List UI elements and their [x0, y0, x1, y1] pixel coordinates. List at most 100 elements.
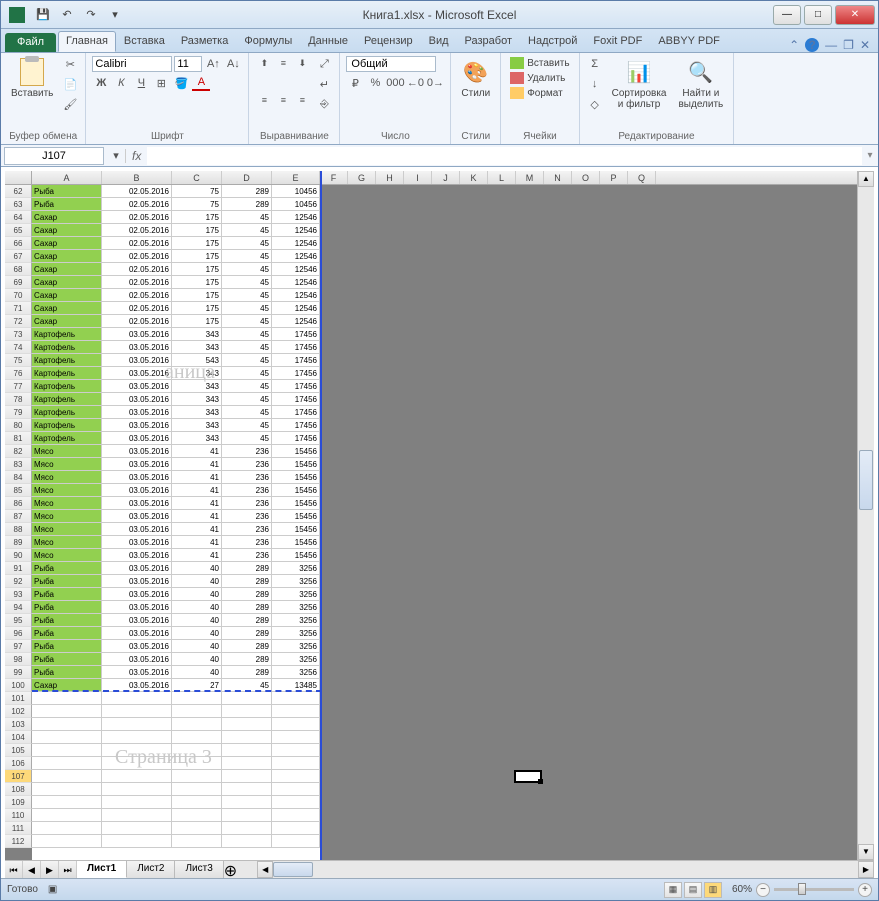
cell[interactable]: 289 [222, 614, 272, 627]
cell[interactable] [32, 718, 102, 731]
empty-row[interactable]: 102 [5, 705, 320, 718]
data-row[interactable]: 88 Мясо 03.05.2016 41 236 15456 [5, 523, 320, 536]
row-header[interactable]: 85 [5, 484, 32, 497]
empty-row[interactable]: 101 [5, 692, 320, 705]
qat-more-button[interactable]: ▾ [105, 5, 125, 25]
column-header-K[interactable]: K [460, 171, 488, 184]
hscroll-track[interactable] [273, 861, 858, 878]
doc-close-icon[interactable]: ✕ [860, 38, 870, 52]
cell[interactable]: 12546 [272, 302, 320, 315]
row-header[interactable]: 101 [5, 692, 32, 705]
increase-decimal-button[interactable]: ←0 [406, 75, 424, 91]
cell[interactable]: 03.05.2016 [102, 367, 172, 380]
cell[interactable]: 40 [172, 653, 222, 666]
align-top-button[interactable]: ⬆ [255, 56, 273, 70]
cell[interactable]: 3256 [272, 614, 320, 627]
cell[interactable]: 41 [172, 484, 222, 497]
sheet-tab-Лист3[interactable]: Лист3 [175, 861, 223, 878]
cell[interactable]: 02.05.2016 [102, 315, 172, 328]
border-button[interactable]: ⊞ [152, 75, 170, 91]
cell[interactable] [222, 809, 272, 822]
vscroll-thumb[interactable] [859, 450, 873, 510]
cell[interactable]: 289 [222, 653, 272, 666]
row-header[interactable]: 70 [5, 289, 32, 302]
row-header[interactable]: 104 [5, 731, 32, 744]
cell[interactable]: Рыба [32, 627, 102, 640]
cell[interactable] [32, 757, 102, 770]
tab-формулы[interactable]: Формулы [236, 31, 300, 52]
cell[interactable] [32, 796, 102, 809]
minimize-button[interactable]: — [773, 5, 801, 25]
zoom-knob[interactable] [798, 883, 806, 895]
tab-рецензир[interactable]: Рецензир [356, 31, 421, 52]
row-header[interactable]: 75 [5, 354, 32, 367]
cell[interactable] [172, 783, 222, 796]
cell[interactable]: 10456 [272, 185, 320, 198]
cell[interactable] [172, 809, 222, 822]
comma-button[interactable]: 000 [386, 75, 404, 91]
cell[interactable]: 03.05.2016 [102, 419, 172, 432]
cell[interactable]: 03.05.2016 [102, 562, 172, 575]
cell[interactable]: 343 [172, 341, 222, 354]
empty-row[interactable]: 104 [5, 731, 320, 744]
cell[interactable] [32, 744, 102, 757]
cell[interactable]: 02.05.2016 [102, 263, 172, 276]
cell[interactable]: 175 [172, 315, 222, 328]
cell[interactable]: 17456 [272, 393, 320, 406]
normal-view-button[interactable]: ▦ [664, 882, 682, 898]
cell[interactable]: 40 [172, 614, 222, 627]
cell[interactable]: 45 [222, 432, 272, 445]
cell[interactable] [222, 692, 272, 705]
cell[interactable]: 3256 [272, 575, 320, 588]
cell[interactable]: Мясо [32, 497, 102, 510]
row-header[interactable]: 66 [5, 237, 32, 250]
cell[interactable]: 40 [172, 601, 222, 614]
cell[interactable]: 40 [172, 627, 222, 640]
cell[interactable]: 289 [222, 198, 272, 211]
cell[interactable] [222, 718, 272, 731]
align-left-button[interactable]: ≡ [255, 93, 273, 107]
cell[interactable]: 03.05.2016 [102, 432, 172, 445]
cell[interactable]: Картофель [32, 341, 102, 354]
scroll-left-button[interactable]: ◀ [257, 861, 273, 878]
data-row[interactable]: 84 Мясо 03.05.2016 41 236 15456 [5, 471, 320, 484]
column-header-P[interactable]: P [600, 171, 628, 184]
cell[interactable] [272, 705, 320, 718]
redo-button[interactable]: ↷ [81, 5, 101, 25]
row-header[interactable]: 108 [5, 783, 32, 796]
cell[interactable] [172, 770, 222, 783]
decrease-decimal-button[interactable]: 0→ [426, 75, 444, 91]
scroll-up-button[interactable]: ▲ [858, 171, 874, 187]
cell[interactable]: 236 [222, 471, 272, 484]
cell[interactable]: Картофель [32, 406, 102, 419]
cell[interactable]: Рыба [32, 640, 102, 653]
cell[interactable] [222, 822, 272, 835]
cell[interactable]: Сахар [32, 302, 102, 315]
cell[interactable]: 03.05.2016 [102, 328, 172, 341]
row-header[interactable]: 80 [5, 419, 32, 432]
delete-cells-button[interactable]: Удалить [507, 71, 572, 85]
worksheet[interactable]: ABCDEFGHIJKLMNOPQ 62 Рыба 02.05.2016 75 … [5, 171, 857, 860]
row-header[interactable]: 92 [5, 575, 32, 588]
data-row[interactable]: 63 Рыба 02.05.2016 75 289 10456 [5, 198, 320, 211]
cell[interactable]: 12546 [272, 237, 320, 250]
cell[interactable]: 02.05.2016 [102, 289, 172, 302]
cell[interactable]: 75 [172, 185, 222, 198]
row-header[interactable]: 81 [5, 432, 32, 445]
vscroll-track[interactable] [858, 187, 874, 844]
cell[interactable]: 45 [222, 211, 272, 224]
cell[interactable]: Мясо [32, 471, 102, 484]
tab-данные[interactable]: Данные [300, 31, 356, 52]
cell[interactable] [172, 744, 222, 757]
row-header[interactable]: 76 [5, 367, 32, 380]
cell[interactable]: 45 [222, 354, 272, 367]
help-icon[interactable]: ? [805, 38, 819, 52]
cell[interactable] [172, 718, 222, 731]
empty-row[interactable]: 107 [5, 770, 320, 783]
row-header[interactable]: 89 [5, 536, 32, 549]
cell[interactable]: 10456 [272, 198, 320, 211]
data-row[interactable]: 69 Сахар 02.05.2016 175 45 12546 [5, 276, 320, 289]
cell[interactable]: 03.05.2016 [102, 354, 172, 367]
data-row[interactable]: 98 Рыба 03.05.2016 40 289 3256 [5, 653, 320, 666]
minimize-ribbon-icon[interactable]: ⌃ [789, 38, 799, 52]
